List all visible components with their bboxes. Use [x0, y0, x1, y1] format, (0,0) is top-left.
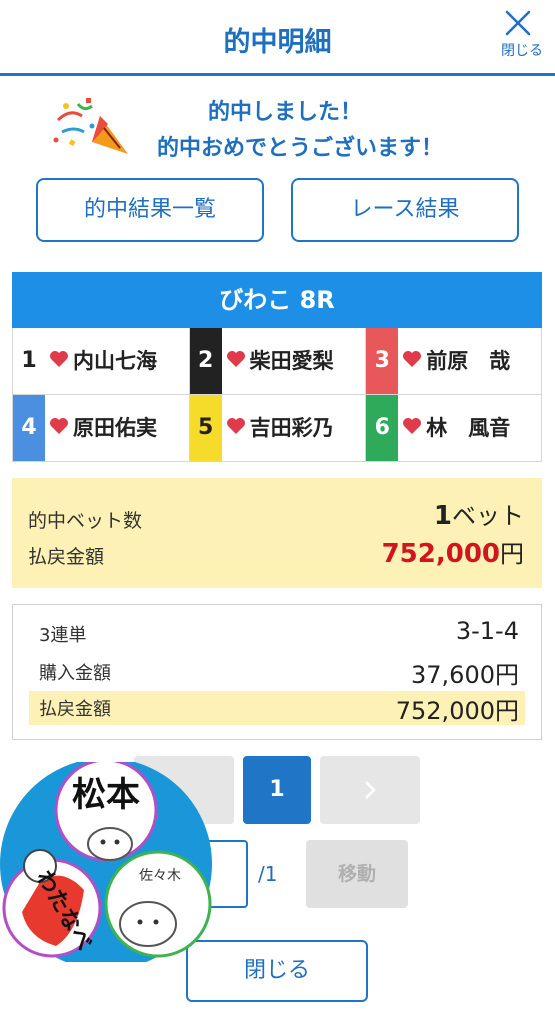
sticker-image: 松本 佐々木 わたなべ [0, 758, 212, 970]
racer-number: 6 [366, 395, 399, 461]
racer-name: 林 風音 [426, 416, 511, 440]
heart-icon[interactable] [226, 350, 246, 368]
heart-icon[interactable] [402, 350, 422, 368]
detail-payout-label: 払戻金額 [39, 699, 111, 720]
page-title: 的中明細 [223, 27, 332, 58]
racer-1: 1 内山七海 [13, 328, 190, 394]
racer-number: 3 [366, 328, 399, 394]
close-icon-button[interactable]: 閉じる [501, 10, 543, 70]
hit-list-button[interactable]: 的中結果一覧 [36, 178, 264, 242]
racer-4: 4 原田佑実 [13, 395, 190, 461]
hit-message: 的中しました！ 的中おめでとうございます！ [0, 92, 555, 162]
bets-unit: ベット [452, 502, 524, 530]
sticker-word-right: 佐々木 [139, 868, 181, 884]
bet-detail: 3連単 3-1-4 購入金額 37,600円 払戻金額 752,000円 [12, 604, 542, 740]
racer-number: 1 [13, 328, 45, 394]
page-total: /1 [258, 862, 278, 886]
bets-label: 的中ベット数 [28, 510, 143, 532]
racer-name: 原田佑実 [73, 416, 157, 440]
hit-line-1: 的中しました！ [207, 100, 362, 125]
heart-icon[interactable] [49, 350, 69, 368]
racer-name: 柴田愛梨 [249, 349, 334, 373]
racer-number: 2 [189, 328, 222, 394]
current-page[interactable]: 1 [243, 756, 311, 824]
hit-summary: 的中ベット数 1ベット 払戻金額 752,000円 [12, 478, 542, 588]
detail-row-payout: 払戻金額 752,000円 [29, 691, 525, 725]
detail-row-purchase: 購入金額 37,600円 [29, 655, 525, 689]
racer-name: 内山七海 [73, 349, 157, 373]
heart-icon[interactable] [226, 417, 246, 435]
heart-icon[interactable] [49, 417, 69, 435]
racer-name: 前原 哉 [426, 349, 511, 373]
payout-label: 払戻金額 [28, 546, 105, 568]
result-buttons: 的中結果一覧 レース結果 [36, 178, 519, 242]
detail-payout-value: 752,000円 [395, 697, 519, 725]
bets-count: 1 [433, 501, 452, 531]
heart-icon[interactable] [402, 417, 422, 435]
close-label: 閉じる [501, 43, 543, 59]
racer-5: 5 吉田彩乃 [189, 395, 367, 461]
sticker-word-top: 松本 [72, 775, 140, 815]
hit-line-2: 的中おめでとうございます！ [156, 136, 443, 161]
bets-value: 1ベット [434, 496, 524, 531]
racer-6: 6 林 風音 [366, 395, 543, 461]
racer-number: 5 [189, 395, 222, 461]
purchase-value: 37,600円 [411, 661, 519, 689]
detail-row-type: 3連単 3-1-4 [29, 617, 525, 651]
move-button[interactable]: 移動 [306, 840, 408, 908]
sticker-overlay[interactable]: 松本 佐々木 わたなべ [0, 758, 216, 970]
header-bar: 的中明細 閉じる [0, 0, 555, 76]
racer-number: 4 [13, 395, 45, 461]
close-icon [505, 10, 531, 36]
racer-grid: 1 内山七海 2 柴田愛梨 3 前原 哉 4 原田佑実 5 吉田彩乃 6 林 風… [12, 328, 542, 462]
racer-2: 2 柴田愛梨 [189, 328, 367, 394]
chevron-right-icon [365, 781, 376, 799]
party-popper-icon [53, 98, 128, 154]
race-result-button[interactable]: レース結果 [291, 178, 519, 242]
next-page-button[interactable] [320, 756, 420, 824]
payout-unit: 円 [500, 540, 524, 568]
bet-type-label: 3連単 [39, 625, 87, 646]
race-title: びわこ 8R [12, 272, 542, 328]
grid-divider [13, 394, 541, 395]
racer-3: 3 前原 哉 [366, 328, 543, 394]
bet-type-value: 3-1-4 [455, 617, 519, 645]
payout-amount: 752,000 [381, 539, 500, 569]
payout-value: 752,000円 [382, 534, 524, 569]
racer-name: 吉田彩乃 [249, 416, 334, 440]
purchase-label: 購入金額 [39, 663, 111, 684]
